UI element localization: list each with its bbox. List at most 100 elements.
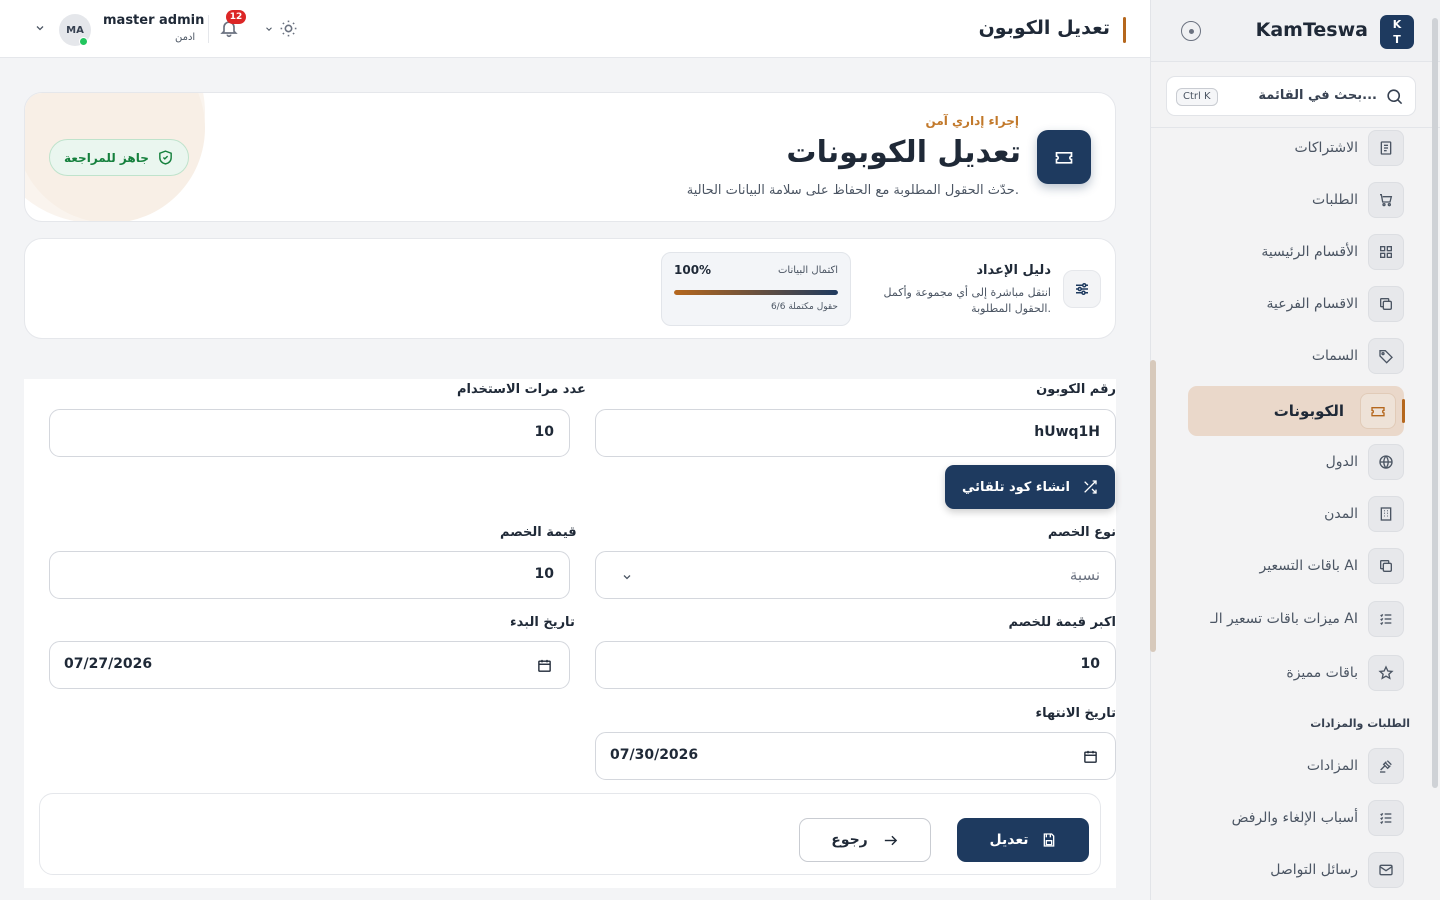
brand-logo: K T	[1380, 15, 1414, 49]
max-discount-label: اكبر قيمة للخصم	[1008, 615, 1116, 630]
sidebar-section-orders-auctions: الطلبات والمزادات	[1310, 717, 1410, 730]
end-date-value: 07/30/2026	[610, 747, 699, 763]
sidebar-item-attributes[interactable]: السمات	[1188, 338, 1404, 374]
discount-type-select[interactable]: نسبة	[595, 551, 1116, 599]
generate-code-button[interactable]: انشاء كود تلقائي	[945, 465, 1115, 509]
tag-icon	[1368, 338, 1404, 374]
sidebar-item-featured-plans[interactable]: باقات مميزة	[1188, 655, 1404, 691]
completion-progress-card: اكتمال البيانات 100% 6/6 حقول مكتملة	[661, 252, 851, 326]
sidebar-item-cancel-reasons[interactable]: أسباب الإلغاء والرفض	[1188, 800, 1404, 836]
sidebar-item-label: باقات مميزة	[1286, 664, 1358, 681]
sidebar-scrollbar[interactable]	[1432, 18, 1438, 788]
discount-value-value: 10	[534, 566, 554, 582]
sidebar-item-label: الاقسام الفرعية	[1266, 295, 1359, 312]
sun-icon[interactable]	[279, 19, 298, 38]
usage-count-input[interactable]: 10	[49, 409, 570, 457]
coupon-code-value: hUwq1H	[1034, 424, 1100, 440]
discount-type-value: نسبة	[1069, 566, 1100, 584]
discount-value-input[interactable]: 10	[49, 551, 570, 599]
calendar-icon[interactable]	[537, 658, 552, 673]
arrow-right-icon	[884, 835, 897, 845]
hero-subtitle: حدّث الحقول المطلوبة مع الحفاظ على سلامة…	[686, 183, 1019, 198]
save-icon	[1043, 833, 1054, 847]
start-date-input[interactable]: 07/27/2026	[49, 641, 570, 689]
search-placeholder: بحث في القائمة...	[1258, 88, 1377, 103]
sidebar-item-ai-pricing-plans[interactable]: باقات التسعير AI	[1188, 548, 1404, 584]
sidebar-item-label: الدول	[1325, 453, 1358, 470]
user-name[interactable]: master admin	[103, 13, 204, 28]
header-divider	[208, 15, 209, 43]
shield-icon	[158, 150, 172, 165]
brand-logo-letter-t: T	[1393, 33, 1401, 46]
sidebar-item-contact-messages[interactable]: رسائل التواصل	[1188, 852, 1404, 888]
save-button-label: تعديل	[989, 832, 1029, 848]
sidebar-toggle-icon[interactable]	[1181, 21, 1201, 41]
page-title: تعديل الكوبون	[978, 17, 1110, 39]
sidebar-search-input[interactable]: بحث في القائمة... Ctrl K	[1166, 76, 1416, 116]
cart-icon	[1368, 182, 1404, 218]
progress-bar-fill	[674, 290, 838, 295]
chevron-down-icon	[623, 575, 631, 580]
back-button[interactable]: رجوع	[799, 818, 931, 862]
sidebar-item-label: رسائل التواصل	[1270, 861, 1358, 878]
sidebar-item-ai-plan-features[interactable]: ميزات باقات تسعير الـ AI	[1188, 601, 1404, 637]
shuffle-icon	[1084, 480, 1097, 494]
progress-label: اكتمال البيانات	[778, 265, 838, 276]
usage-count-label: عدد مرات الاستخدام	[457, 382, 586, 397]
gavel-icon	[1368, 748, 1404, 784]
save-button[interactable]: تعديل	[957, 818, 1089, 862]
online-status-dot	[79, 37, 88, 46]
sidebar-item-coupons[interactable]: الكوبونات	[1188, 386, 1405, 436]
top-bar: تعديل الكوبون MA master admin ادمن 12	[0, 0, 1150, 58]
receipt-icon	[1368, 130, 1404, 166]
sliders-icon[interactable]	[1063, 270, 1101, 308]
sidebar-item-label: المزادات	[1306, 757, 1358, 774]
search-shortcut-badge: Ctrl K	[1176, 88, 1218, 106]
progress-bar	[674, 290, 838, 295]
theme-chevron-icon[interactable]	[264, 24, 274, 34]
user-menu-chevron-icon[interactable]	[34, 22, 46, 34]
sidebar-item-orders[interactable]: الطلبات	[1188, 182, 1404, 218]
sidebar-scrollbar-left[interactable]	[1150, 360, 1156, 652]
progress-count: 6/6 حقول مكتملة	[770, 302, 838, 312]
form-actions-bar: تعديل رجوع	[39, 793, 1101, 875]
ticket-icon	[1037, 130, 1091, 184]
end-date-input[interactable]: 07/30/2026	[595, 732, 1116, 780]
sidebar: K T KamTeswa بحث في القائمة... Ctrl K ال…	[1150, 0, 1440, 900]
sidebar-item-label: باقات التسعير AI	[1259, 557, 1358, 574]
setup-guide-card: دليل الإعداد انتقل مباشرة إلى أي مجموعة …	[24, 238, 1116, 339]
sidebar-item-cities[interactable]: المدن	[1188, 496, 1404, 532]
list-check-icon	[1368, 601, 1404, 637]
sidebar-item-countries[interactable]: الدول	[1188, 444, 1404, 480]
max-discount-input[interactable]: 10	[595, 641, 1116, 689]
hero-card: إجراء إداري آمن تعديل الكوبونات حدّث الح…	[24, 92, 1116, 222]
sidebar-item-auctions[interactable]: المزادات	[1188, 748, 1404, 784]
sidebar-item-label: الاشتراكات	[1294, 139, 1358, 156]
sidebar-item-label: السمات	[1311, 347, 1358, 364]
sidebar-item-sub-categories[interactable]: الاقسام الفرعية	[1188, 286, 1404, 322]
guide-title: دليل الإعداد	[976, 263, 1051, 278]
sidebar-item-main-categories[interactable]: الأقسام الرئيسية	[1188, 234, 1404, 270]
ticket-icon	[1360, 393, 1396, 429]
hero-title: تعديل الكوبونات	[786, 135, 1021, 170]
guide-description: انتقل مباشرة إلى أي مجموعة وأكمل الحقول …	[883, 286, 1051, 315]
sidebar-item-label: ميزات باقات تسعير الـ AI	[1210, 610, 1358, 627]
sidebar-divider	[1151, 127, 1440, 128]
start-date-label: تاريخ البدء	[510, 615, 575, 630]
hero-kicker: إجراء إداري آمن	[925, 114, 1019, 128]
usage-count-value: 10	[534, 424, 554, 440]
grid-icon	[1368, 234, 1404, 270]
status-badge-label: جاهز للمراجعة	[64, 150, 149, 165]
coupon-code-input[interactable]: hUwq1H	[595, 409, 1116, 457]
sidebar-item-subscriptions[interactable]: الاشتراكات	[1188, 130, 1404, 166]
sidebar-item-label: الطلبات	[1312, 191, 1358, 208]
sidebar-item-label: المدن	[1324, 505, 1358, 522]
end-date-label: تاريخ الانتهاء	[1035, 706, 1116, 721]
discount-value-label: قيمة الخصم	[500, 525, 577, 540]
status-badge: جاهز للمراجعة	[49, 139, 189, 176]
max-discount-value: 10	[1080, 656, 1100, 672]
list-check-icon	[1368, 800, 1404, 836]
building-icon	[1368, 496, 1404, 532]
calendar-icon[interactable]	[1083, 749, 1098, 764]
sidebar-item-label: الكوبونات	[1273, 401, 1344, 420]
